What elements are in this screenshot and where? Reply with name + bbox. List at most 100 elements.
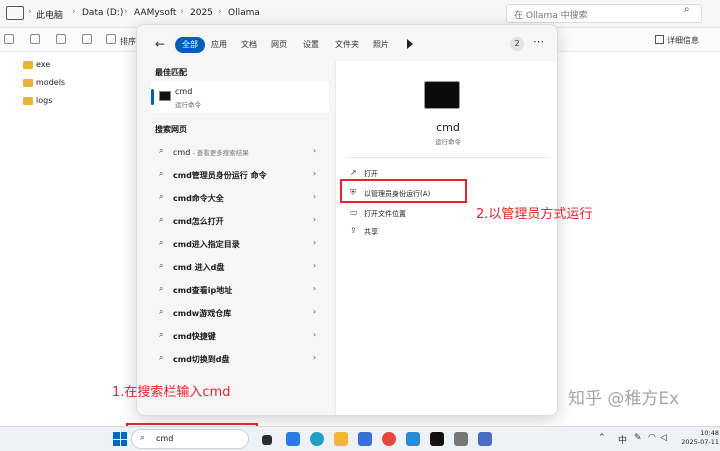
app-icon[interactable] <box>478 432 492 446</box>
chevron-right-icon: › <box>313 169 317 178</box>
delete-icon[interactable] <box>106 34 116 44</box>
suggestion-text: cmd进入指定目录 <box>173 240 240 249</box>
search-icon: ⌕ <box>159 169 164 178</box>
chevron-right-icon: › <box>28 7 32 17</box>
action-label: 打开文件位置 <box>364 210 406 218</box>
edge-icon[interactable] <box>310 432 324 446</box>
breadcrumb-ollama[interactable]: Ollama <box>228 8 260 18</box>
web-suggestion[interactable]: ⌕ cmd查看ip地址 › <box>151 281 331 299</box>
divider <box>346 157 550 158</box>
filter-tab-photos[interactable]: 照片 <box>373 37 389 53</box>
web-suggestion[interactable]: ⌕ cmd命令大全 › <box>151 189 331 207</box>
sort-button[interactable]: 排序 <box>120 36 136 47</box>
web-suggestion[interactable]: ⌕ cmd - 查看更多搜索结果 › <box>151 143 331 161</box>
breadcrumb-2025[interactable]: 2025 <box>190 8 213 18</box>
annotation-step-2: 2.以管理员方式运行 <box>476 207 593 222</box>
selection-indicator <box>151 89 154 105</box>
best-match-item[interactable]: cmd 运行命令 <box>151 81 329 113</box>
app-icon[interactable] <box>406 432 420 446</box>
web-suggestion[interactable]: ⌕ cmd切换到d盘 › <box>151 350 331 368</box>
cut-icon[interactable] <box>30 34 40 44</box>
breadcrumb-this-pc[interactable]: 此电脑 <box>36 8 63 21</box>
search-icon: ⌕ <box>159 146 164 155</box>
filter-tab-web[interactable]: 网页 <box>271 37 287 53</box>
folder-label: models <box>36 78 66 87</box>
chevron-up-icon[interactable]: ⌃ <box>598 433 606 443</box>
breadcrumb-aamysoft[interactable]: AAMysoft <box>134 8 176 18</box>
clock-date: 2025-07-11 <box>681 438 719 446</box>
detail-app-name: cmd <box>436 121 460 134</box>
suggestion-text: cmd命令大全 <box>173 194 224 203</box>
breadcrumb-drive[interactable]: Data (D:) <box>82 8 123 18</box>
filter-tab-documents[interactable]: 文档 <box>241 37 257 53</box>
chevron-right-icon: › <box>313 330 317 339</box>
filter-tab-all[interactable]: 全部 <box>175 37 205 53</box>
explorer-search-input[interactable]: 在 Ollama 中搜索 <box>506 4 702 23</box>
chrome-icon[interactable] <box>382 432 396 446</box>
ime-indicator[interactable]: 中 <box>618 433 627 446</box>
search-query: cmd <box>156 434 174 443</box>
chevron-right-icon: › <box>313 353 317 362</box>
filter-tab-settings[interactable]: 设置 <box>303 37 319 53</box>
filter-tab-apps[interactable]: 应用 <box>211 37 227 53</box>
more-filters-arrow-icon[interactable] <box>407 39 413 49</box>
terminal-app-icon[interactable] <box>430 432 444 446</box>
volume-icon[interactable]: ◁ <box>660 433 667 443</box>
clock-time: 10:48 <box>700 429 719 437</box>
open-external-icon: ↗ <box>350 168 357 177</box>
store-icon[interactable] <box>358 432 372 446</box>
chevron-right-icon: › <box>313 215 317 224</box>
pen-icon[interactable]: ✎ <box>634 433 642 443</box>
copy-icon[interactable] <box>56 34 66 44</box>
suggestion-text: cmd查看ip地址 <box>173 286 233 295</box>
new-icon[interactable] <box>4 34 14 44</box>
taskbar: ⌕ cmd ⌃ 中 ✎ ◠ ◁ 10:48 2025-07-11 <box>0 426 720 451</box>
folder-icon <box>23 79 33 87</box>
folder-icon <box>23 61 33 69</box>
web-suggestion[interactable]: ⌕ cmd怎么打开 › <box>151 212 331 230</box>
computer-icon <box>6 6 24 20</box>
result-detail-pane: cmd 运行命令 ↗ 打开 ⛨ 以管理员身份运行(A) ▭ 打开文件位置 ⇪ 共… <box>335 61 557 415</box>
file-explorer-icon[interactable] <box>334 432 348 446</box>
web-suggestion[interactable]: ⌕ cmd快捷键 › <box>151 327 331 345</box>
task-view-icon[interactable] <box>262 435 272 445</box>
app-icon[interactable] <box>454 432 468 446</box>
vscode-icon[interactable] <box>286 432 300 446</box>
search-icon: ⌕ <box>159 307 164 316</box>
suggestion-text: cmd 进入d盘 <box>173 263 225 272</box>
search-icon: ⌕ <box>159 353 164 362</box>
chevron-right-icon: › <box>180 7 184 17</box>
chevron-right-icon: › <box>313 238 317 247</box>
suggestion-text: cmd怎么打开 <box>173 217 224 226</box>
web-suggestion[interactable]: ⌕ cmd管理员身份运行 命令 › <box>151 166 331 184</box>
windows-start-icon[interactable] <box>113 432 127 446</box>
paste-icon[interactable] <box>82 34 92 44</box>
search-icon: ⌕ <box>159 261 164 270</box>
terminal-icon <box>424 81 460 109</box>
action-label: 共享 <box>364 228 378 236</box>
more-options-icon[interactable]: ⋯ <box>533 35 544 48</box>
folder-label: logs <box>36 96 53 105</box>
system-clock[interactable]: 10:48 2025-07-11 <box>675 429 719 447</box>
suggestion-text: cmd管理员身份运行 命令 <box>173 171 267 180</box>
rewards-badge[interactable]: 2 <box>510 37 524 51</box>
web-suggestion[interactable]: ⌕ cmd进入指定目录 › <box>151 235 331 253</box>
back-arrow-icon[interactable]: ← <box>155 37 165 51</box>
chevron-right-icon: › <box>313 192 317 201</box>
filter-tab-folders[interactable]: 文件夹 <box>335 37 359 53</box>
detail-app-subtitle: 运行命令 <box>435 138 461 146</box>
folder-icon: ▭ <box>350 208 358 217</box>
web-suggestion[interactable]: ⌕ cmdw游戏仓库 › <box>151 304 331 322</box>
suggestion-text: cmd快捷键 <box>173 332 216 341</box>
web-suggestion[interactable]: ⌕ cmd 进入d盘 › <box>151 258 331 276</box>
details-button[interactable]: 详细信息 <box>667 35 699 46</box>
search-icon: ⌕ <box>140 433 146 443</box>
terminal-icon <box>159 91 171 101</box>
web-search-title: 搜索网页 <box>155 125 187 134</box>
chevron-right-icon: › <box>124 7 128 17</box>
suggestion-text: cmd - 查看更多搜索结果 <box>173 148 249 157</box>
annotation-highlight-admin <box>340 179 467 203</box>
taskbar-search-input[interactable]: ⌕ cmd <box>131 429 249 449</box>
folder-icon <box>23 97 33 105</box>
wifi-icon[interactable]: ◠ <box>648 433 656 443</box>
